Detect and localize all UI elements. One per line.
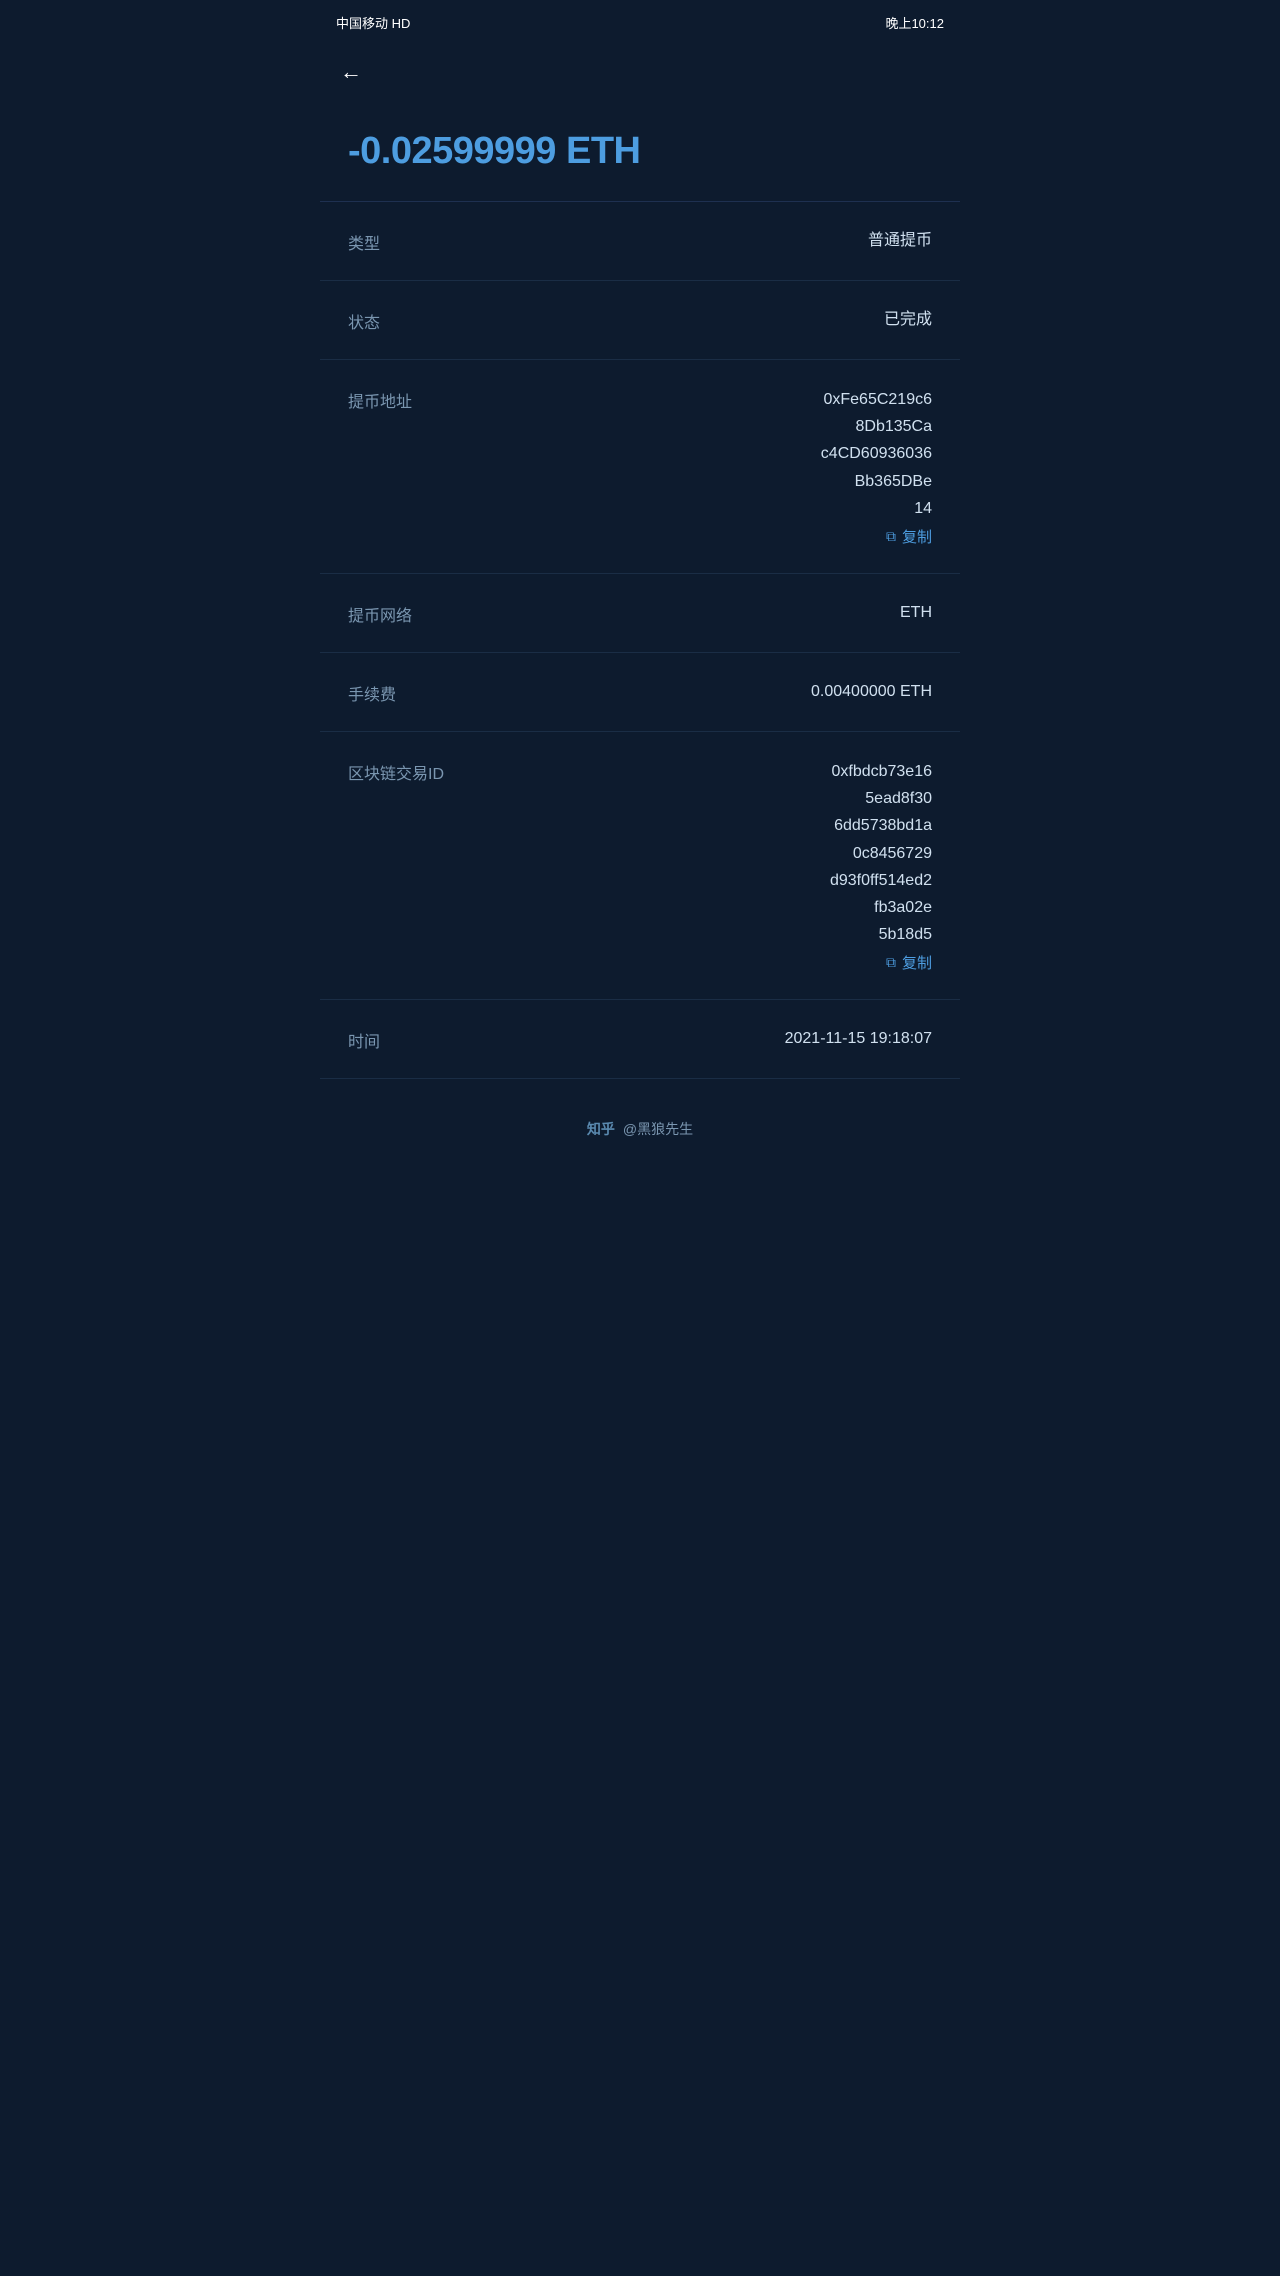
address-block: 区块链交易ID 0xfbdcb73e165ead8f306dd5738bd1a0… (320, 732, 960, 1000)
copy-icon: ⧉ (886, 528, 896, 545)
copy-icon: ⧉ (886, 954, 896, 971)
detail-row: 类型 普通提币 (320, 202, 960, 281)
row-value: ETH (900, 600, 932, 626)
row-label: 区块链交易ID (348, 758, 444, 784)
detail-row: 手续费 0.00400000 ETH (320, 653, 960, 732)
footer-watermark: 知乎 @黑狼先生 (320, 1079, 960, 1169)
address-block: 提币地址 0xFe65C219c68Db135Cac4CD60936036Bb3… (320, 360, 960, 574)
row-label: 类型 (348, 228, 380, 254)
carrier-text: 中国移动 HD (336, 13, 410, 32)
copy-label: 复制 (902, 526, 932, 547)
copy-label: 复制 (902, 952, 932, 973)
row-label: 提币地址 (348, 386, 412, 412)
time-text: 晚上10:12 (885, 13, 944, 32)
address-value: 0xFe65C219c68Db135Cac4CD60936036Bb365DBe… (819, 386, 932, 522)
row-label: 提币网络 (348, 600, 412, 626)
row-value: 2021-11-15 19:18:07 (785, 1026, 932, 1052)
footer-author: @黑狼先生 (623, 1119, 693, 1139)
address-value: 0xfbdcb73e165ead8f306dd5738bd1a0c8456729… (826, 758, 932, 948)
detail-row: 时间 2021-11-15 19:18:07 (320, 1000, 960, 1079)
copy-button[interactable]: ⧉ 复制 (886, 526, 932, 547)
row-value: 已完成 (884, 307, 932, 333)
row-label: 手续费 (348, 679, 396, 705)
row-label: 状态 (348, 307, 380, 333)
status-bar: 中国移动 HD 晚上10:12 (320, 0, 960, 44)
detail-rows: 类型 普通提币 状态 已完成 提币地址 0xFe65C219c68Db135Ca… (320, 202, 960, 1079)
copy-button[interactable]: ⧉ 复制 (886, 952, 932, 973)
amount-value: -0.02599999 ETH (348, 130, 932, 173)
address-top-row: 区块链交易ID 0xfbdcb73e165ead8f306dd5738bd1a0… (348, 758, 932, 973)
detail-row: 提币网络 ETH (320, 574, 960, 653)
row-value: 普通提币 (868, 228, 932, 254)
footer-platform: 知乎 (587, 1119, 615, 1139)
nav-bar: ← (320, 44, 960, 100)
address-value-container: 0xfbdcb73e165ead8f306dd5738bd1a0c8456729… (755, 758, 932, 973)
row-label: 时间 (348, 1026, 380, 1052)
address-top-row: 提币地址 0xFe65C219c68Db135Cac4CD60936036Bb3… (348, 386, 932, 547)
amount-section: -0.02599999 ETH (320, 100, 960, 202)
detail-row: 状态 已完成 (320, 281, 960, 360)
address-value-container: 0xFe65C219c68Db135Cac4CD60936036Bb365DBe… (743, 386, 932, 547)
back-button[interactable]: ← (340, 55, 370, 89)
row-value: 0.00400000 ETH (811, 679, 932, 705)
